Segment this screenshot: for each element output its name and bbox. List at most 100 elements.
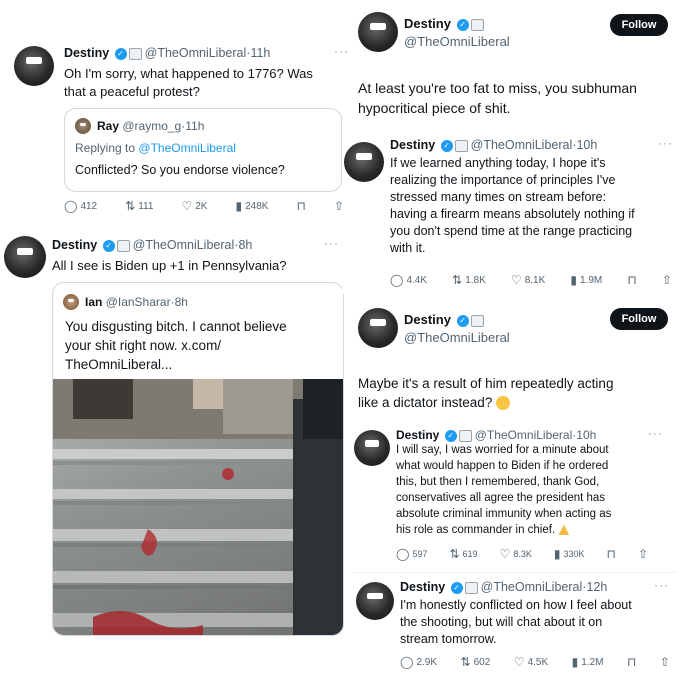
tweet-header: Destiny ✓	[404, 16, 487, 31]
tweet-card-biden[interactable]: Destiny ✓ @TheOmniLiberal·8h ··· All I se…	[4, 230, 344, 640]
action-bar: ◯ 4.4K ⇅ 1.8K ♡ 8.1K ▮ 1.9M ⊓ ⇧	[390, 274, 672, 286]
avatar[interactable]	[354, 430, 390, 466]
timestamp[interactable]: 8h	[238, 238, 252, 252]
avatar[interactable]	[344, 142, 384, 182]
government-label-icon	[464, 581, 478, 594]
display-name[interactable]: Destiny	[396, 428, 439, 442]
replying-to-label: Replying to	[75, 141, 136, 155]
verified-badge-icon: ✓	[444, 429, 457, 442]
user-handle[interactable]: @TheOmniLiberal	[475, 428, 573, 442]
user-handle[interactable]: @TheOmniLiberal	[133, 238, 235, 252]
action-bar: ◯ 597 ⇅ 619 ♡ 8.3K ▮ 330K ⊓ ⇧	[396, 548, 648, 560]
follow-button[interactable]: Follow	[610, 14, 668, 36]
reply-button[interactable]: ◯ 597	[396, 548, 427, 560]
avatar[interactable]	[356, 582, 394, 620]
tweet-text-line-2: like a dictator instead?	[358, 395, 493, 410]
display-name[interactable]: Destiny	[64, 46, 109, 60]
tweet-text-line-6: his role as commander in chief.	[396, 524, 556, 536]
reply-button[interactable]: ◯ 2.9K	[400, 656, 437, 668]
reply-button[interactable]: ◯ 412	[64, 200, 97, 212]
bookmark-button[interactable]: ⊓	[627, 274, 636, 286]
quoted-text-line-2: your shit right now. x.com/	[65, 338, 222, 353]
share-button[interactable]: ⇧	[638, 548, 648, 560]
timestamp[interactable]: 11h	[250, 46, 270, 60]
user-handle[interactable]: @TheOmniLiberal	[471, 138, 573, 152]
bookmark-button[interactable]: ⊓	[627, 656, 636, 668]
like-button[interactable]: ♡ 4.5K	[514, 656, 548, 668]
display-name[interactable]: Destiny	[52, 238, 97, 252]
avatar	[75, 118, 91, 134]
views-icon: ▮	[570, 273, 578, 287]
tweet-card-1776[interactable]: Destiny ✓ @TheOmniLiberal·11h ··· Oh I'm …	[14, 40, 348, 222]
verified-badge-icon: ✓	[456, 314, 469, 327]
more-dots-icon[interactable]: ···	[648, 426, 663, 440]
timestamp[interactable]: 10h	[576, 138, 597, 152]
avatar[interactable]	[358, 308, 398, 348]
avatar[interactable]	[358, 12, 398, 52]
retweet-button[interactable]: ⇅ 111	[125, 200, 153, 212]
quoted-tweet-card[interactable]: Ian @IanSharar·8h You disgusting bitch. …	[52, 282, 344, 636]
like-button[interactable]: ♡ 8.3K	[500, 548, 532, 560]
views-button[interactable]: ▮ 1.9M	[570, 274, 602, 286]
tweet-card-immunity[interactable]: Destiny ✓ @TheOmniLiberal·10h ··· I will …	[350, 424, 676, 566]
timestamp[interactable]: 10h	[576, 428, 596, 442]
user-handle[interactable]: @TheOmniLiberal	[404, 330, 510, 345]
verified-badge-icon: ✓	[450, 581, 463, 594]
views-icon: ▮	[235, 199, 243, 213]
bookmark-button[interactable]: ⊓	[607, 548, 616, 560]
tweet-header: Destiny ✓	[404, 312, 487, 327]
tweet-text-line-1: Maybe it's a result of him repeatedly ac…	[358, 376, 614, 391]
replying-to-handle[interactable]: @TheOmniLiberal	[138, 141, 236, 155]
avatar[interactable]	[4, 236, 46, 278]
follow-button[interactable]: Follow	[610, 308, 668, 330]
display-name[interactable]: Destiny	[390, 138, 435, 152]
more-dots-icon[interactable]: ···	[324, 236, 339, 250]
like-icon: ♡	[513, 655, 525, 669]
retweet-button[interactable]: ⇅ 1.8K	[452, 274, 486, 286]
avatar[interactable]	[14, 46, 54, 86]
user-handle[interactable]: @TheOmniLiberal	[481, 580, 583, 594]
retweet-button[interactable]: ⇅ 602	[461, 656, 491, 668]
tweet-header: Destiny ✓ @TheOmniLiberal·10h	[396, 428, 597, 442]
retweet-icon: ⇅	[125, 199, 136, 213]
bookmark-button[interactable]: ⊓	[296, 200, 305, 212]
display-name[interactable]: Destiny	[404, 312, 451, 327]
more-dots-icon[interactable]: ···	[658, 136, 673, 150]
attached-photo[interactable]	[53, 379, 343, 635]
share-button[interactable]: ⇧	[660, 656, 670, 668]
quoted-text-line-1: You disgusting bitch. I cannot believe	[65, 319, 287, 334]
retweet-button[interactable]: ⇅ 619	[449, 548, 477, 560]
views-icon: ▮	[571, 655, 579, 669]
tweet-card-dictator[interactable]: Destiny ✓ @TheOmniLiberal Follow Maybe i…	[356, 306, 674, 416]
reply-icon: ◯	[400, 655, 414, 669]
tweet-text-line-1: I will say, I was worried for a minute a…	[396, 444, 609, 456]
like-button[interactable]: ♡ 8.1K	[511, 274, 545, 286]
views-button[interactable]: ▮ 248K	[235, 200, 268, 212]
tweet-card-fat[interactable]: Destiny ✓ @TheOmniLiberal Follow At leas…	[356, 8, 674, 130]
quoted-display-name: Ian	[85, 295, 103, 309]
views-button[interactable]: ▮ 1.2M	[572, 656, 604, 668]
bookmark-icon: ⊓	[627, 655, 637, 669]
views-button[interactable]: ▮ 330K	[554, 548, 585, 560]
display-name[interactable]: Destiny	[404, 16, 451, 31]
tweet-text-line-1: I'm honestly conflicted on how I feel ab…	[400, 598, 632, 612]
tweet-text-line-2: the shooting, but will chat about it on	[400, 615, 603, 629]
quoted-reply-card[interactable]: Ray @raymo_g·11h Replying to @TheOmniLib…	[64, 108, 342, 192]
tweet-card-firearm[interactable]: Destiny ✓ @TheOmniLiberal·10h ··· If we l…	[342, 134, 676, 294]
tweet-card-conflicted[interactable]: Destiny ✓ @TheOmniLiberal·12h ··· I'm hon…	[350, 576, 676, 672]
reply-button[interactable]: ◯ 4.4K	[390, 274, 427, 286]
more-dots-icon[interactable]: ···	[654, 578, 669, 592]
timestamp[interactable]: 12h	[586, 580, 607, 594]
display-name[interactable]: Destiny	[400, 580, 445, 594]
government-label-icon	[116, 239, 130, 252]
tweet-text-line-2: hypocritical piece of shit.	[358, 100, 511, 116]
retweet-icon: ⇅	[452, 273, 463, 287]
tweet-text-line-1: If we learned anything today, I hope it'…	[390, 156, 606, 170]
user-handle[interactable]: @TheOmniLiberal	[404, 34, 510, 49]
more-dots-icon[interactable]: ···	[334, 44, 349, 58]
share-button[interactable]: ⇧	[662, 274, 672, 286]
government-label-icon	[470, 314, 484, 327]
user-handle[interactable]: @TheOmniLiberal	[145, 46, 247, 60]
tweet-header: Destiny ✓ @TheOmniLiberal·12h	[400, 580, 608, 594]
like-button[interactable]: ♡ 2K	[181, 200, 207, 212]
